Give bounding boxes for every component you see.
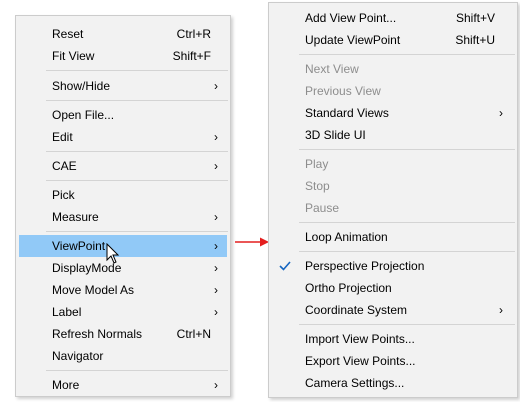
- menu-item-label: Edit: [52, 130, 73, 144]
- menu-item-label: Perspective Projection: [305, 259, 425, 273]
- menu-separator: [46, 370, 228, 371]
- menu-item-navigator[interactable]: Navigator: [16, 345, 230, 367]
- menu-separator: [299, 251, 515, 252]
- menu-separator: [46, 70, 228, 71]
- menu-item-label: Label: [52, 305, 82, 319]
- menu-item-label: Refresh Normals: [52, 327, 143, 341]
- menu-item-label: Pick: [52, 188, 75, 202]
- chevron-right-icon: ›: [214, 239, 218, 253]
- chevron-right-icon: ›: [214, 159, 218, 173]
- menu-item-label: Camera Settings...: [305, 376, 405, 390]
- menu-item-stop[interactable]: Stop: [269, 175, 517, 197]
- chevron-right-icon: ›: [499, 106, 503, 120]
- menu-item-ortho-projection[interactable]: Ortho Projection: [269, 277, 517, 299]
- chevron-right-icon: ›: [214, 378, 218, 392]
- chevron-right-icon: ›: [214, 283, 218, 297]
- menu-item-label: Fit View: [52, 49, 95, 63]
- menu-item-label: Show/Hide: [52, 79, 111, 93]
- menu-item-label: Export View Points...: [305, 354, 416, 368]
- shortcut-label: Ctrl+N: [176, 327, 211, 341]
- menu-separator: [299, 149, 515, 150]
- red-arrow-icon: [235, 237, 269, 247]
- menu-item-label: Import View Points...: [305, 332, 415, 346]
- menu-item-label: Next View: [305, 62, 359, 76]
- menu-item-perspective-projection[interactable]: Perspective Projection: [269, 255, 517, 277]
- menu-item-label: Loop Animation: [305, 230, 388, 244]
- menu-item-pause[interactable]: Pause: [269, 197, 517, 219]
- menu-separator: [46, 180, 228, 181]
- chevron-right-icon: ›: [214, 210, 218, 224]
- menu-item-show-hide[interactable]: Show/Hide ›: [16, 75, 230, 97]
- menu-separator: [46, 151, 228, 152]
- chevron-right-icon: ›: [499, 303, 503, 317]
- menu-item-label: Coordinate System: [305, 303, 408, 317]
- menu-item-label: Ortho Projection: [305, 281, 392, 295]
- menu-item-camera-settings[interactable]: Camera Settings...: [269, 372, 517, 394]
- menu-item-label: Navigator: [52, 349, 104, 363]
- menu-item-update-viewpoint[interactable]: Update ViewPoint Shift+U: [269, 29, 517, 51]
- menu-item-label: Move Model As: [52, 283, 135, 297]
- menu-item-label: CAE: [52, 159, 77, 173]
- menu-item-cae[interactable]: CAE ›: [16, 155, 230, 177]
- menu-item-standard-views[interactable]: Standard Views ›: [269, 102, 517, 124]
- checkmark-icon: [279, 261, 291, 271]
- menu-item-refresh-normals[interactable]: Refresh Normals Ctrl+N: [16, 323, 230, 345]
- menu-item-3d-slide-ui[interactable]: 3D Slide UI: [269, 124, 517, 146]
- menu-item-label: Add View Point...: [305, 11, 397, 25]
- chevron-right-icon: ›: [214, 305, 218, 319]
- menu-item-label: Pause: [305, 201, 340, 215]
- viewpoint-submenu: Add View Point... Shift+V Update ViewPoi…: [268, 2, 518, 398]
- menu-item-open-file[interactable]: Open File...: [16, 104, 230, 126]
- menu-item-label: 3D Slide UI: [305, 128, 366, 142]
- menu-item-play[interactable]: Play: [269, 153, 517, 175]
- menu-separator: [46, 100, 228, 101]
- menu-item-label: Standard Views: [305, 106, 389, 120]
- chevron-right-icon: ›: [214, 261, 218, 275]
- menu-item-reset[interactable]: Reset Ctrl+R: [16, 23, 230, 45]
- menu-separator: [299, 54, 515, 55]
- menu-item-label: Update ViewPoint: [305, 33, 401, 47]
- menu-separator: [299, 324, 515, 325]
- menu-item-pick[interactable]: Pick: [16, 184, 230, 206]
- menu-separator: [299, 222, 515, 223]
- menu-item-label: ViewPoint: [52, 239, 106, 253]
- shortcut-label: Shift+V: [455, 11, 495, 25]
- menu-item-label: Previous View: [305, 84, 381, 98]
- shortcut-label: Shift+U: [455, 33, 495, 47]
- menu-item-export-view-points[interactable]: Export View Points...: [269, 350, 517, 372]
- menu-item-measure[interactable]: Measure ›: [16, 206, 230, 228]
- menu-item-label: Reset: [52, 27, 84, 41]
- menu-item-label: Stop: [305, 179, 330, 193]
- menu-item-fit-view[interactable]: Fit View Shift+F: [16, 45, 230, 67]
- chevron-right-icon: ›: [214, 79, 218, 93]
- menu-item-more[interactable]: More ›: [16, 374, 230, 396]
- menu-item-label: Measure: [52, 210, 99, 224]
- menu-item-import-view-points[interactable]: Import View Points...: [269, 328, 517, 350]
- menu-item-add-view-point[interactable]: Add View Point... Shift+V: [269, 7, 517, 29]
- menu-item-coordinate-system[interactable]: Coordinate System ›: [269, 299, 517, 321]
- menu-item-move-model-as[interactable]: Move Model As ›: [16, 279, 230, 301]
- menu-item-viewpoint[interactable]: ViewPoint ›: [19, 235, 227, 257]
- menu-item-previous-view[interactable]: Previous View: [269, 80, 517, 102]
- menu-item-label: More: [52, 378, 80, 392]
- menu-item-next-view[interactable]: Next View: [269, 58, 517, 80]
- mouse-pointer-icon: [106, 243, 120, 264]
- menu-item-label-menu[interactable]: Label ›: [16, 301, 230, 323]
- menu-item-edit[interactable]: Edit ›: [16, 126, 230, 148]
- menu-item-displaymode[interactable]: DisplayMode ›: [16, 257, 230, 279]
- menu-separator: [46, 231, 228, 232]
- menu-item-loop-animation[interactable]: Loop Animation: [269, 226, 517, 248]
- chevron-right-icon: ›: [214, 130, 218, 144]
- menu-item-label: Play: [305, 157, 329, 171]
- shortcut-label: Ctrl+R: [176, 27, 211, 41]
- menu-item-label: Open File...: [52, 108, 115, 122]
- shortcut-label: Shift+F: [172, 49, 211, 63]
- context-menu: Reset Ctrl+R Fit View Shift+F Show/Hide …: [15, 15, 231, 397]
